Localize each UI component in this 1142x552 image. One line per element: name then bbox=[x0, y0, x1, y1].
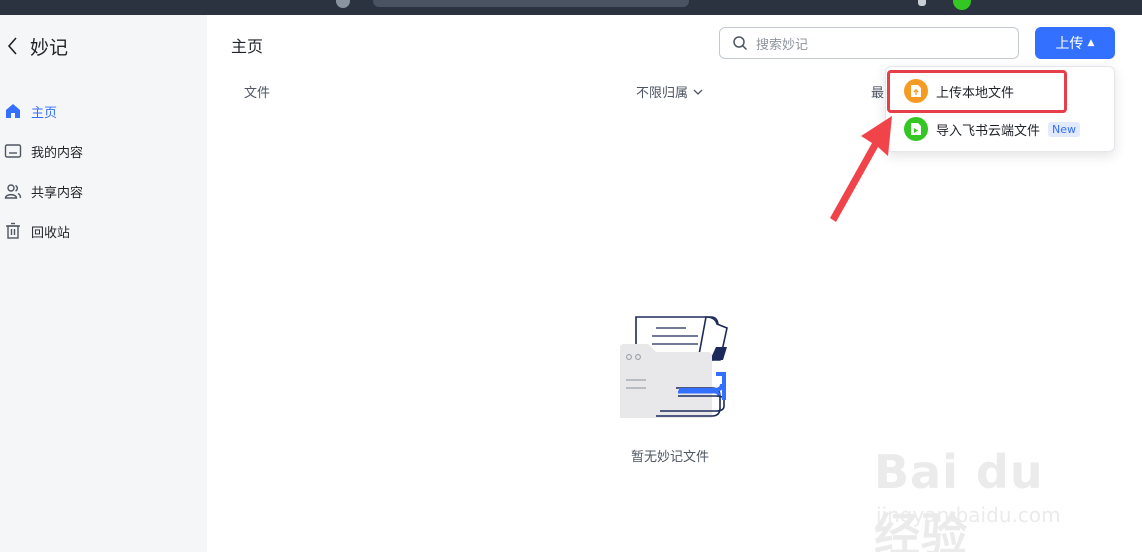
annotation-arrow-icon bbox=[830, 116, 892, 222]
users-icon bbox=[4, 184, 22, 199]
sidebar-item-label: 我的内容 bbox=[31, 145, 84, 161]
upload-button-label: 上传 bbox=[1055, 36, 1084, 52]
watermark-sub: jingyan.baidu.com bbox=[876, 503, 1061, 527]
chevron-left-icon[interactable] bbox=[6, 36, 20, 56]
search-input[interactable]: 搜索妙记 bbox=[719, 27, 1019, 59]
column-header-file: 文件 bbox=[244, 86, 271, 101]
new-badge: New bbox=[1048, 121, 1081, 137]
caret-up-icon: ▲ bbox=[1087, 38, 1095, 48]
chevron-down-icon bbox=[693, 89, 703, 95]
search-icon bbox=[733, 36, 748, 51]
sidebar-item-home[interactable]: 主页 bbox=[0, 91, 207, 131]
sidebar-item-my-content[interactable]: 我的内容 bbox=[0, 131, 207, 171]
menu-item-label: 导入飞书云端文件 bbox=[936, 123, 1041, 139]
menu-item-import-cloud[interactable]: 导入飞书云端文件 New bbox=[904, 115, 1081, 143]
empty-state-text: 暂无妙记文件 bbox=[631, 450, 710, 465]
sidebar-item-label: 回收站 bbox=[31, 225, 71, 241]
watermark: Bai du 经验 jingyan.baidu.com bbox=[874, 425, 1094, 552]
cloud-file-icon bbox=[904, 117, 928, 141]
home-icon bbox=[6, 104, 20, 118]
window-control-icon bbox=[336, 0, 350, 8]
empty-folder-illustration-icon bbox=[620, 316, 728, 418]
owner-filter-label: 不限归属 bbox=[636, 86, 689, 101]
column-header-recent[interactable]: 最 bbox=[871, 82, 884, 101]
annotation-highlight-box bbox=[887, 70, 1067, 113]
sidebar: 妙记 主页 我的内容 共享内容 回收站 bbox=[0, 15, 207, 552]
window-top-bar bbox=[0, 0, 1142, 15]
sidebar-nav: 主页 我的内容 共享内容 回收站 bbox=[0, 91, 207, 251]
status-online-icon bbox=[953, 0, 971, 10]
sidebar-item-label: 主页 bbox=[31, 105, 58, 121]
sidebar-item-trash[interactable]: 回收站 bbox=[0, 211, 207, 251]
sidebar-item-label: 共享内容 bbox=[31, 185, 84, 201]
app-title: 妙记 bbox=[30, 36, 69, 59]
status-icon bbox=[918, 0, 926, 6]
folder-icon bbox=[4, 144, 22, 158]
upload-button[interactable]: 上传 ▲ bbox=[1035, 27, 1115, 59]
address-bar[interactable] bbox=[373, 0, 689, 7]
trash-icon bbox=[6, 222, 20, 239]
watermark-main: Bai du 经验 bbox=[874, 445, 1044, 552]
page-title: 主页 bbox=[231, 37, 264, 56]
sidebar-item-shared[interactable]: 共享内容 bbox=[0, 171, 207, 211]
search-placeholder: 搜索妙记 bbox=[756, 37, 809, 53]
owner-filter-dropdown[interactable]: 不限归属 bbox=[636, 82, 704, 101]
sidebar-header: 妙记 bbox=[6, 33, 68, 59]
